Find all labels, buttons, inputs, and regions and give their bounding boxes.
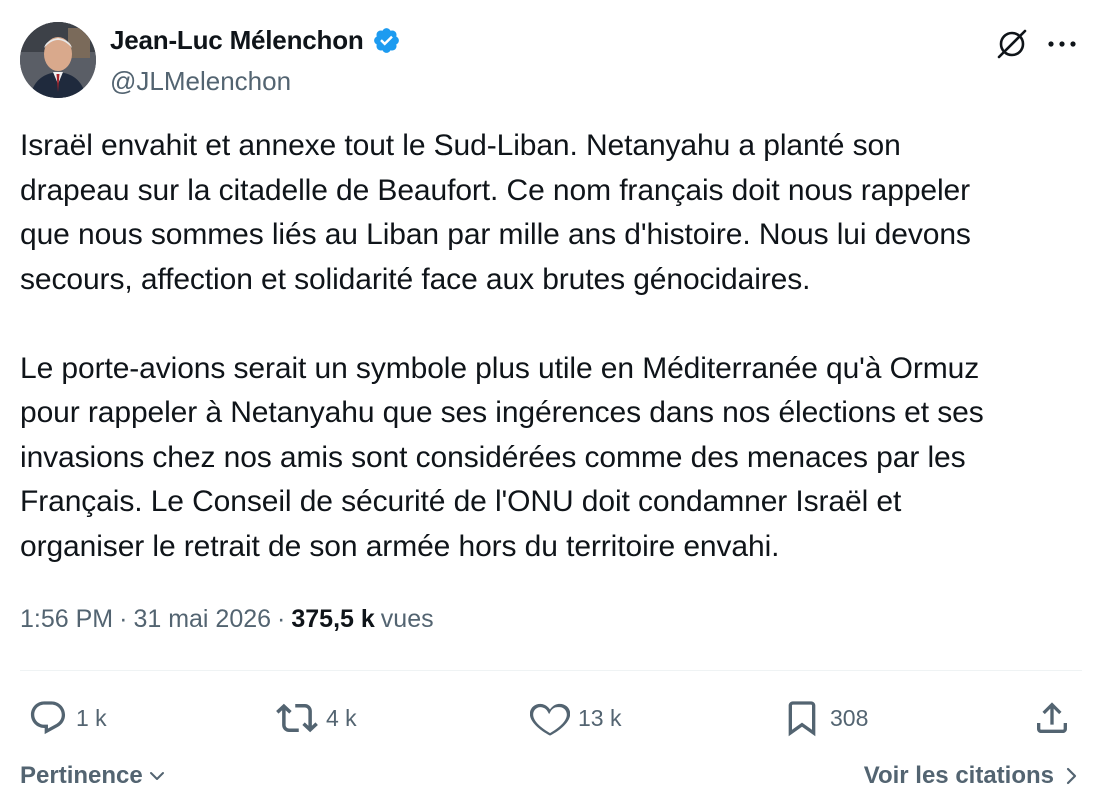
avatar-image <box>20 22 96 98</box>
name-row: Jean-Luc Mélenchon <box>110 25 401 56</box>
view-quotes-link[interactable]: Voir les citations <box>864 762 1078 790</box>
post-header: Jean-Luc Mélenchon @JLMelenchon <box>20 22 1082 102</box>
grok-button[interactable] <box>992 24 1032 64</box>
post-text: Israël envahit et annexe tout le Sud-Lib… <box>20 129 984 563</box>
share-icon <box>1037 702 1067 733</box>
reply-icon <box>30 701 66 735</box>
chevron-right-icon <box>1066 767 1077 785</box>
more-icon <box>1048 41 1076 47</box>
heart-icon <box>530 703 570 736</box>
avatar[interactable] <box>20 22 96 98</box>
bookmark-count: 308 <box>830 704 869 731</box>
chevron-down-icon <box>149 772 164 780</box>
like-button[interactable]: 13 k <box>530 693 621 743</box>
action-bar: 1 k 4 k 13 k 308 <box>0 693 1102 743</box>
more-button[interactable] <box>1042 24 1082 64</box>
views-label: vues <box>380 605 434 633</box>
display-name[interactable]: Jean-Luc Mélenchon <box>110 25 364 56</box>
user-handle[interactable]: @JLMelenchon <box>110 66 291 97</box>
meta-separator: · <box>119 605 128 633</box>
verified-badge-icon[interactable] <box>372 26 401 55</box>
sort-label: Pertinence <box>20 762 143 789</box>
bookmark-button[interactable]: 308 <box>782 693 868 743</box>
meta-separator-2: · <box>277 605 286 633</box>
post-date[interactable]: 31 mai 2026 <box>133 605 271 634</box>
reply-count: 1 k <box>76 704 107 731</box>
repost-button[interactable]: 4 k <box>276 693 357 743</box>
like-count: 13 k <box>578 704 622 731</box>
repost-count: 4 k <box>326 704 357 731</box>
post-meta: 1:56 PM · 31 mai 2026 · 375,5 k vues <box>20 605 434 634</box>
repost-icon <box>276 703 318 733</box>
sort-replies-dropdown[interactable]: Pertinence <box>20 762 167 790</box>
quotes-label: Voir les citations <box>863 762 1054 789</box>
bookmark-icon <box>788 701 816 737</box>
post-time[interactable]: 1:56 PM <box>20 605 113 634</box>
grok-icon <box>997 29 1027 59</box>
views-count[interactable]: 375,5 k <box>291 605 374 634</box>
share-button[interactable] <box>1032 693 1072 743</box>
reply-button[interactable]: 1 k <box>28 693 107 743</box>
divider <box>20 670 1082 671</box>
